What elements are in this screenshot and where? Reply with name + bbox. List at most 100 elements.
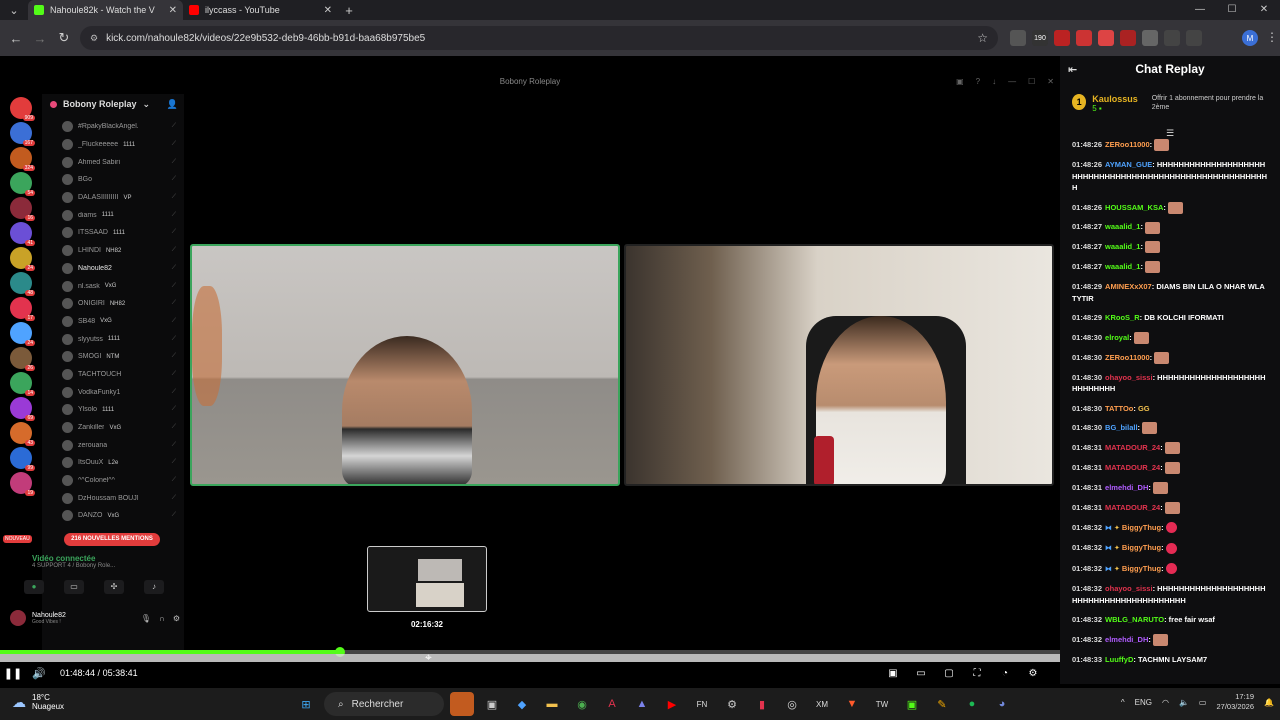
- profile-avatar[interactable]: M: [1242, 30, 1258, 46]
- chat-username[interactable]: ZERoo11000: [1105, 140, 1150, 149]
- media-queue-icon[interactable]: [1186, 30, 1202, 46]
- app-icon[interactable]: ✎: [930, 692, 954, 716]
- streamer-figure: [816, 316, 946, 484]
- collapse-chat-icon[interactable]: ⇤: [1068, 63, 1077, 76]
- chat-message: 01:48:31 MATADOUR_24:: [1072, 501, 1270, 514]
- emote-icon: [1152, 633, 1168, 646]
- chat-username[interactable]: AYMAN_GUE: [1105, 160, 1152, 169]
- extension-icon[interactable]: [1098, 30, 1114, 46]
- extension-icon[interactable]: [1054, 30, 1070, 46]
- tab-youtube[interactable]: ilyccass - YouTube ✕: [183, 0, 338, 20]
- bookmark-star-icon[interactable]: ☆: [977, 31, 988, 45]
- maximize-icon[interactable]: ☐: [1216, 0, 1248, 20]
- chat-username[interactable]: ohayoo_sissi: [1105, 373, 1153, 382]
- clock[interactable]: 17:19 27/03/2026: [1216, 692, 1254, 712]
- menu-kebab-icon[interactable]: ⋮: [1266, 30, 1278, 44]
- language-indicator[interactable]: ENG: [1135, 698, 1152, 707]
- server-badge: 24: [25, 265, 35, 271]
- spotify-icon[interactable]: ●: [960, 692, 984, 716]
- theater-icon[interactable]: ▭: [912, 668, 930, 679]
- widgets-icon[interactable]: [450, 692, 474, 716]
- leader-username[interactable]: Kaulossus: [1092, 94, 1138, 104]
- chat-username[interactable]: MATADOUR_24: [1105, 443, 1160, 452]
- copilot-icon[interactable]: ◆: [510, 692, 534, 716]
- extension-icon[interactable]: [1010, 30, 1026, 46]
- clip-icon[interactable]: ▣: [884, 668, 902, 679]
- app-icon[interactable]: A: [600, 692, 624, 716]
- video-player[interactable]: Bobony Roleplay ▣ ? ↓ — ☐ ✕ 909 167 324 54 1…: [0, 74, 1060, 654]
- back-icon[interactable]: ←: [4, 31, 28, 46]
- chat-username[interactable]: ZERoo11000: [1105, 353, 1150, 362]
- tw-app-icon[interactable]: TW: [870, 692, 894, 716]
- close-tab-icon[interactable]: ✕: [169, 5, 177, 16]
- chat-username[interactable]: BiggyThug: [1122, 523, 1161, 532]
- forward-icon[interactable]: →: [28, 31, 52, 46]
- member-row: Nahoule82 ⟋: [42, 260, 184, 278]
- wifi-icon[interactable]: ◠: [1162, 698, 1169, 707]
- tray-overflow-icon[interactable]: ^: [1121, 698, 1125, 707]
- weather-widget[interactable]: ☁ 18°C Nuageux: [12, 693, 64, 711]
- chat-username[interactable]: BiggyThug: [1122, 543, 1161, 552]
- fn-app-icon[interactable]: FN: [690, 692, 714, 716]
- chat-username[interactable]: KRooS_R: [1105, 313, 1140, 322]
- chat-username[interactable]: WBLG_NARUTO: [1105, 615, 1164, 624]
- filter-icon[interactable]: ☰: [1060, 128, 1280, 139]
- settings-gear-icon[interactable]: ⚙: [1024, 668, 1042, 679]
- puzzle-icon[interactable]: [1164, 30, 1180, 46]
- chat-username[interactable]: TATTOo: [1105, 404, 1133, 413]
- pause-icon[interactable]: ❚❚: [0, 667, 26, 680]
- brave-icon[interactable]: ▼: [840, 692, 864, 716]
- close-tab-icon[interactable]: ✕: [324, 5, 332, 16]
- chat-username[interactable]: BiggyThug: [1122, 564, 1161, 573]
- chat-username[interactable]: HOUSSAM_KSA: [1105, 203, 1163, 212]
- battery-icon[interactable]: ▭: [1199, 698, 1207, 707]
- minimize-icon[interactable]: —: [1184, 0, 1216, 20]
- server-badge: 19: [25, 490, 35, 496]
- chat-username[interactable]: MATADOUR_24: [1105, 463, 1160, 472]
- extension-icon[interactable]: [1142, 30, 1158, 46]
- task-view-icon[interactable]: ▣: [480, 692, 504, 716]
- chat-username[interactable]: waaalid_1: [1105, 262, 1140, 271]
- app-icon[interactable]: ▮: [750, 692, 774, 716]
- youtube-icon[interactable]: ▶: [660, 692, 684, 716]
- chat-username[interactable]: BG_bilall: [1105, 423, 1138, 432]
- close-window-icon[interactable]: ✕: [1248, 0, 1280, 20]
- notification-bell-icon[interactable]: 🔔: [1264, 698, 1274, 707]
- miniplayer-icon[interactable]: ▢: [940, 668, 958, 679]
- chrome-icon[interactable]: ◉: [570, 692, 594, 716]
- site-info-icon[interactable]: ⚙: [90, 33, 98, 44]
- windows-start-icon[interactable]: ⊞: [294, 692, 318, 716]
- browser-tab-bar: ⌄ Nahoule82k - Watch the V ✕ ilyccass - …: [0, 0, 1280, 20]
- volume-icon[interactable]: 🔊: [26, 667, 52, 680]
- xbox-icon[interactable]: ▣: [900, 692, 924, 716]
- url-bar[interactable]: ⚙ kick.com/nahoule82k/videos/22e9b532-de…: [80, 26, 998, 50]
- extension-icon[interactable]: [1076, 30, 1092, 46]
- taskbar-search[interactable]: ⌕ Rechercher: [324, 692, 444, 716]
- chat-username[interactable]: elroyal: [1105, 333, 1129, 342]
- chat-username[interactable]: waaalid_1: [1105, 222, 1140, 231]
- new-tab-button[interactable]: +: [338, 3, 360, 18]
- chat-username[interactable]: LuuffyD: [1105, 655, 1133, 664]
- tab-kick[interactable]: Nahoule82k - Watch the V ✕: [28, 0, 183, 20]
- speaker-icon[interactable]: 🔈: [1179, 698, 1189, 707]
- file-explorer-icon[interactable]: ▬: [540, 692, 564, 716]
- settings-gear-icon: ⚙: [172, 613, 180, 623]
- teams-icon[interactable]: ▲: [630, 692, 654, 716]
- chat-username[interactable]: elmehdi_DH: [1105, 635, 1148, 644]
- chat-username[interactable]: AMINEXxX07: [1105, 282, 1152, 291]
- settings-app-icon[interactable]: ⚙: [720, 692, 744, 716]
- chat-username[interactable]: MATADOUR_24: [1105, 503, 1160, 512]
- gift-prompt[interactable]: Offrir 1 abonnement pour prendre la 2ème: [1152, 94, 1268, 112]
- extension-badge-icon[interactable]: 190: [1032, 30, 1048, 46]
- extension-icon[interactable]: [1120, 30, 1136, 46]
- tab-list-icon[interactable]: ⌄: [0, 0, 28, 20]
- speed-icon[interactable]: ◔: [996, 668, 1014, 679]
- chat-username[interactable]: waaalid_1: [1105, 242, 1140, 251]
- discord-icon[interactable]: ◕: [990, 692, 1014, 716]
- xm-app-icon[interactable]: XM: [810, 692, 834, 716]
- chat-username[interactable]: ohayoo_sissi: [1105, 584, 1153, 593]
- github-icon[interactable]: ◎: [780, 692, 804, 716]
- reload-icon[interactable]: ↻: [52, 30, 76, 46]
- chat-username[interactable]: elmehdi_DH: [1105, 483, 1148, 492]
- fullscreen-icon[interactable]: ⛶: [968, 668, 986, 679]
